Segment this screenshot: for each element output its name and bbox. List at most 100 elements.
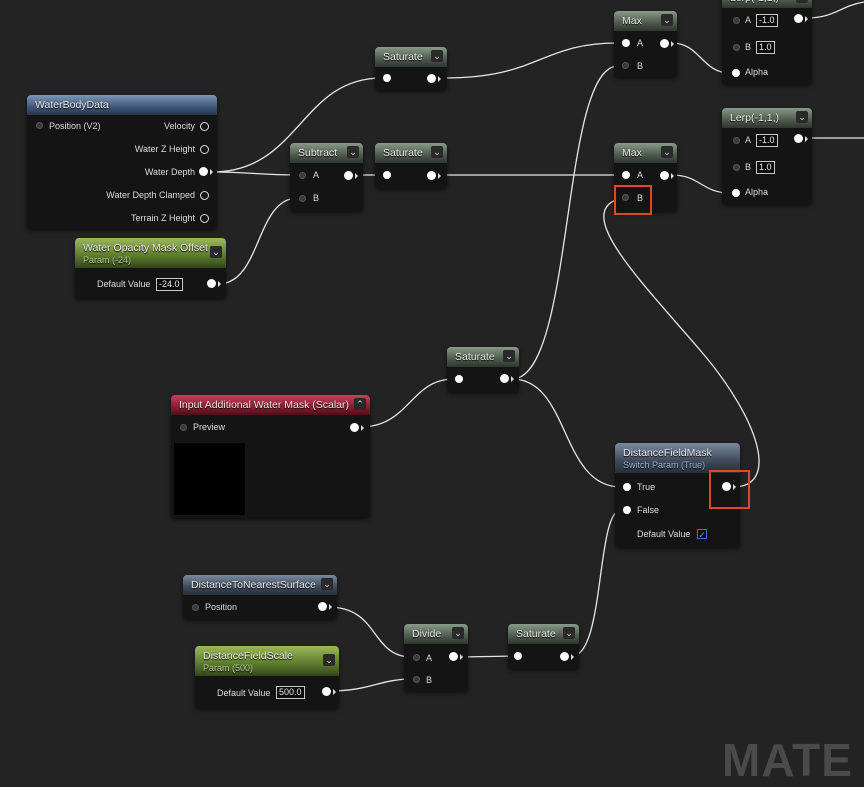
pin-label: Alpha <box>745 67 769 77</box>
subtract-node[interactable]: Subtract ⌄ A B <box>290 143 363 211</box>
arrow-icon <box>511 376 514 382</box>
pin-output[interactable] <box>427 171 436 180</box>
pin-false[interactable] <box>623 506 631 514</box>
chevron-down-icon[interactable]: ⌄ <box>452 627 464 639</box>
pin-label: True <box>637 482 656 492</box>
pin-true[interactable] <box>623 483 631 491</box>
pin-b[interactable] <box>413 676 420 683</box>
pin-alpha[interactable] <box>732 189 740 197</box>
value-field[interactable]: -1.0 <box>756 134 778 147</box>
pin-label: Alpha <box>745 187 769 197</box>
chevron-down-icon[interactable]: ⌄ <box>347 146 359 158</box>
pin-output[interactable] <box>660 171 669 180</box>
pin-a[interactable] <box>733 137 740 144</box>
wire-satTop-maxTopA <box>443 42 619 79</box>
node-title: Water Opacity Mask Offset <box>83 242 208 254</box>
chevron-down-icon[interactable]: ⌄ <box>661 146 673 158</box>
node-subtitle: Param (-24) <box>83 255 132 265</box>
default-value-field[interactable]: -24.0 <box>156 278 183 291</box>
default-value-checkbox[interactable]: ✓ <box>697 529 707 540</box>
chevron-up-icon[interactable]: ⌃ <box>354 398 366 410</box>
pin-output[interactable] <box>794 14 803 23</box>
chevron-down-icon[interactable]: ⌄ <box>321 578 333 590</box>
pin-output[interactable] <box>500 374 509 383</box>
pin-b[interactable] <box>733 44 740 51</box>
output-label: Water Depth Clamped <box>106 190 195 200</box>
pin-a[interactable] <box>622 171 630 179</box>
divide-node[interactable]: Divide ⌄ A B <box>404 624 468 691</box>
lerp-node[interactable]: Lerp(-1,1,) ⌄ A -1.0 B 1.0 Alpha <box>722 108 812 204</box>
pin-a[interactable] <box>299 172 306 179</box>
pin-position[interactable] <box>192 604 199 611</box>
pin-b[interactable] <box>299 195 306 202</box>
output-label: Velocity <box>163 121 195 131</box>
arrow-icon <box>671 41 674 47</box>
node-header: DistanceFieldMask Switch Param (True) <box>615 443 740 473</box>
pin-output[interactable] <box>318 602 327 611</box>
chevron-down-icon[interactable]: ⌄ <box>210 246 222 258</box>
pin-water-depth[interactable] <box>199 167 208 176</box>
wire-lerpTop-out <box>805 1 864 19</box>
node-header: DistanceFieldScale Param (500) <box>195 646 339 676</box>
pin-output[interactable] <box>794 134 803 143</box>
additional-water-mask-node[interactable]: Input Additional Water Mask (Scalar) ⌃ P… <box>171 395 370 518</box>
saturate-node[interactable]: Saturate ⌄ <box>375 47 447 90</box>
chevron-down-icon[interactable]: ⌄ <box>323 654 335 666</box>
arrow-icon <box>333 689 336 695</box>
pin-label: A <box>426 653 433 663</box>
pin-b[interactable] <box>733 164 740 171</box>
max-node[interactable]: Max ⌄ A B <box>614 11 677 77</box>
pin-water-z-height[interactable] <box>200 145 209 154</box>
pin-terrain-z-height[interactable] <box>200 214 209 223</box>
chevron-down-icon[interactable]: ⌄ <box>503 350 515 362</box>
pin-a[interactable] <box>413 654 420 661</box>
saturate-node[interactable]: Saturate ⌄ <box>508 624 579 669</box>
output-label: Water Z Height <box>134 144 195 154</box>
saturate-node[interactable]: Saturate ⌄ <box>447 347 519 392</box>
chevron-down-icon[interactable]: ⌄ <box>431 146 443 158</box>
chevron-down-icon[interactable]: ⌄ <box>661 14 673 26</box>
distance-field-scale-node[interactable]: DistanceFieldScale Param (500) ⌄ Default… <box>195 646 339 708</box>
pin-input[interactable] <box>455 375 463 383</box>
pin-output[interactable] <box>660 39 669 48</box>
arrow-icon <box>218 281 221 287</box>
default-value-field[interactable]: 500.0 <box>276 686 305 699</box>
chevron-down-icon[interactable]: ⌄ <box>431 50 443 62</box>
pin-output[interactable] <box>560 652 569 661</box>
arrow-icon <box>361 425 364 431</box>
pin-position[interactable] <box>36 122 43 129</box>
pin-output[interactable] <box>350 423 359 432</box>
pin-input[interactable] <box>383 74 391 82</box>
chevron-down-icon[interactable]: ⌄ <box>563 627 575 639</box>
chevron-down-icon[interactable]: ⌄ <box>796 111 808 123</box>
pin-output[interactable] <box>344 171 353 180</box>
pin-a[interactable] <box>622 39 630 47</box>
pin-water-depth-clamped[interactable] <box>200 191 209 200</box>
wire-satCenter-dfmTrue <box>511 378 622 488</box>
lerp-node[interactable]: Lerp(-1,1,) ⌄ A -1.0 B 1.0 Alpha <box>722 0 812 84</box>
pin-a[interactable] <box>733 17 740 24</box>
pin-input[interactable] <box>514 652 522 660</box>
opacity-offset-param-node[interactable]: Water Opacity Mask Offset Param (-24) ⌄ … <box>75 238 226 298</box>
pin-output[interactable] <box>322 687 331 696</box>
pin-label: A <box>637 170 644 180</box>
pin-b[interactable] <box>622 62 629 69</box>
value-field[interactable]: -1.0 <box>756 14 778 27</box>
pin-output[interactable] <box>427 74 436 83</box>
chevron-down-icon[interactable]: ⌄ <box>796 0 808 3</box>
saturate-node[interactable]: Saturate ⌄ <box>375 143 447 188</box>
pin-velocity[interactable] <box>200 122 209 131</box>
distance-nearest-surface-node[interactable]: DistanceToNearestSurface ⌄ Position <box>183 575 337 619</box>
water-body-data-node[interactable]: WaterBodyData Position (V2) Velocity Wat… <box>27 95 217 229</box>
pin-output[interactable] <box>449 652 458 661</box>
pin-alpha[interactable] <box>732 69 740 77</box>
value-field[interactable]: 1.0 <box>756 41 775 54</box>
pin-input[interactable] <box>383 171 391 179</box>
node-title: Input Additional Water Mask (Scalar) <box>171 395 370 415</box>
graph-canvas[interactable]: Lerp(-1,1,) ⌄ A -1.0 B 1.0 Alpha Lerp(-1… <box>0 0 864 786</box>
pin-label: B <box>426 675 433 685</box>
value-field[interactable]: 1.0 <box>756 161 775 174</box>
pin-preview[interactable] <box>180 424 187 431</box>
pin-output[interactable] <box>207 279 216 288</box>
pin-label: A <box>745 135 752 145</box>
